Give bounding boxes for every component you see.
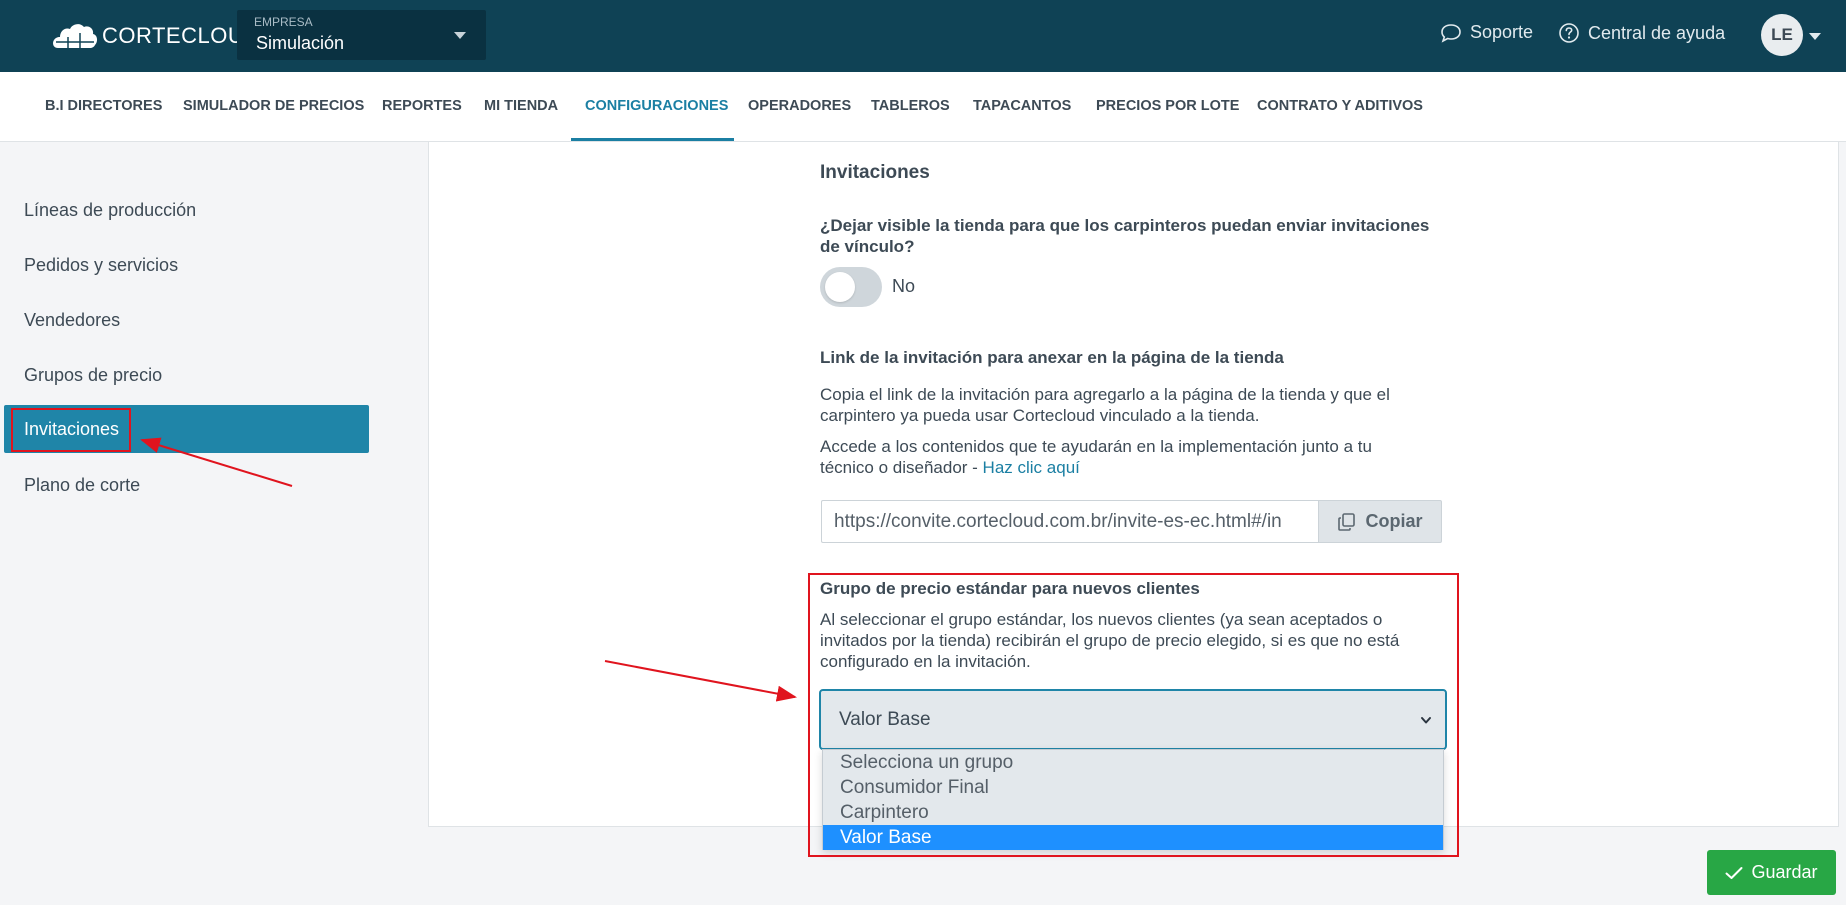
access-content-text: Accede a los contenidos que te ayudarán …: [820, 436, 1410, 478]
support-link[interactable]: Soporte: [1440, 22, 1533, 43]
cortecloud-logo[interactable]: CORTECLOUD: [52, 20, 261, 52]
nav-tableros[interactable]: TABLEROS: [871, 72, 950, 141]
copy-icon: [1338, 512, 1356, 531]
toggle-state-label: No: [892, 276, 916, 296]
invite-link-title: Link de la invitación para anexar en la …: [820, 348, 1284, 367]
user-menu-caret-icon[interactable]: [1809, 33, 1821, 40]
section-title: Invitaciones: [820, 162, 930, 183]
check-icon: [1725, 866, 1743, 879]
click-here-link[interactable]: Haz clic aquí: [983, 458, 1080, 477]
visibility-question: ¿Dejar visible la tienda para que los ca…: [820, 216, 1430, 256]
copy-button-label: Copiar: [1365, 511, 1423, 531]
help-center-link[interactable]: Central de ayuda: [1558, 22, 1725, 44]
copy-button[interactable]: Copiar: [1318, 500, 1442, 543]
visibility-toggle[interactable]: [820, 267, 882, 307]
sidebar-item-grupos-de-precio[interactable]: Grupos de precio: [4, 351, 369, 399]
nav-contrato-y-aditivos[interactable]: CONTRATO Y ADITIVOS: [1257, 72, 1423, 141]
nav-precios-por-lote[interactable]: PRECIOS POR LOTE: [1096, 72, 1239, 141]
nav-mi-tienda[interactable]: MI TIENDA: [484, 72, 558, 141]
sidebar-item-lineas-de-produccion[interactable]: Líneas de producción: [4, 186, 369, 234]
help-center-label: Central de ayuda: [1588, 22, 1726, 43]
nav-simulador-de-precios[interactable]: SIMULADOR DE PRECIOS: [183, 72, 364, 141]
save-button[interactable]: Guardar: [1707, 850, 1836, 895]
nav-operadores[interactable]: OPERADORES: [748, 72, 851, 141]
toggle-knob: [825, 272, 855, 302]
nav-reportes[interactable]: REPORTES: [382, 72, 462, 141]
nav-tapacantos[interactable]: TAPACANTOS: [973, 72, 1071, 141]
user-avatar[interactable]: LE: [1761, 14, 1803, 56]
invite-url-field[interactable]: [821, 500, 1318, 543]
sidebar-item-vendedores[interactable]: Vendedores: [4, 296, 369, 344]
highlight-box-price-group: [808, 573, 1459, 857]
cloud-logo-icon: [53, 24, 98, 48]
active-tab-indicator: [571, 138, 734, 141]
sidebar-item-plano-de-corte[interactable]: Plano de corte: [4, 461, 369, 509]
company-caption: EMPRESA: [254, 15, 313, 29]
sidebar-item-pedidos-y-servicios[interactable]: Pedidos y servicios: [4, 241, 369, 289]
invite-link-description: Copia el link de la invitación para agre…: [820, 385, 1390, 425]
nav-configuraciones[interactable]: CONFIGURACIONES: [585, 72, 728, 141]
caret-down-icon: [454, 32, 466, 39]
top-bar: CORTECLOUD EMPRESA Simulación Soporte Ce…: [0, 0, 1846, 72]
company-value: Simulación: [256, 33, 345, 53]
help-circle-icon: [1559, 23, 1579, 43]
save-button-label: Guardar: [1751, 862, 1818, 882]
support-label: Soporte: [1470, 22, 1534, 42]
invite-url-input[interactable]: [822, 501, 1318, 542]
nav-bi-directores[interactable]: B.I DIRECTORES: [45, 72, 162, 141]
company-selector[interactable]: EMPRESA Simulación: [237, 10, 486, 60]
main-nav: B.I DIRECTORES SIMULADOR DE PRECIOS REPO…: [0, 72, 1846, 142]
chat-bubble-icon: [1441, 23, 1461, 43]
highlight-box-invitaciones: [11, 408, 131, 452]
access-text: Accede a los contenidos que te ayudarán …: [820, 437, 1372, 477]
